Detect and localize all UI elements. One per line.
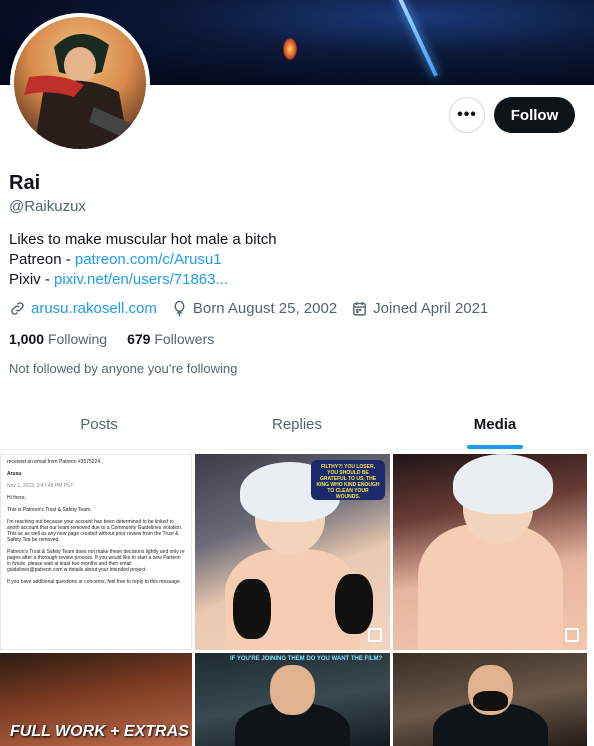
speech-bubble: FILTHY?! YOU LOSER, YOU SHOULD BE GRATEF… [311, 460, 385, 500]
media-item-artwork[interactable]: IF YOU'RE JOINING THEM DO YOU WANT THE F… [195, 653, 390, 746]
more-options-button[interactable]: ••• [449, 97, 485, 133]
email-line: I'm reaching out because your account ha… [7, 519, 183, 543]
multi-image-icon [368, 628, 382, 642]
joined-text: Joined April 2021 [373, 300, 489, 317]
banner-light-streak [396, 0, 438, 77]
email-line: This is Patreon's Trust & Safety Team. [7, 507, 92, 513]
followers-count: 679 [127, 331, 151, 347]
profile-tabs: Posts Replies Media [0, 400, 594, 450]
pixiv-prefix: Pixiv - [9, 271, 54, 288]
followers-label: Followers [154, 331, 215, 347]
joined-item: Joined April 2021 [351, 300, 488, 317]
born-item: Born August 25, 2002 [171, 300, 337, 317]
tab-replies[interactable]: Replies [198, 400, 396, 449]
artwork-glove [335, 574, 373, 634]
patreon-prefix: Patreon - [9, 251, 75, 268]
balloon-icon [171, 300, 188, 317]
media-item-artwork[interactable] [393, 653, 587, 746]
profile-meta: arusu.rakosell.com Born August 25, 2002 … [9, 300, 502, 317]
calendar-icon [351, 300, 368, 317]
follow-button[interactable]: Follow [494, 97, 575, 133]
followers-stat[interactable]: 679 Followers [127, 331, 214, 347]
banner-ember [283, 38, 297, 60]
avatar[interactable] [10, 13, 150, 153]
artwork-caption: IF YOU'RE JOINING THEM DO YOU WANT THE F… [230, 656, 383, 662]
profile-stats: 1,000 Following 679 Followers [9, 331, 234, 347]
email-line: Arusu [7, 471, 22, 477]
email-line: Hi there, [7, 495, 26, 501]
profile-bio: Likes to make muscular hot male a bitch … [9, 230, 277, 290]
website-item[interactable]: arusu.rakosell.com [9, 300, 157, 317]
profile-name: Rai [9, 172, 41, 194]
tab-media[interactable]: Media [396, 400, 594, 449]
website-link[interactable]: arusu.rakosell.com [31, 300, 157, 317]
bio-patreon: Patreon - patreon.com/c/Arusu1 [9, 250, 277, 270]
following-count: 1,000 [9, 331, 45, 347]
email-line: Patreon's Trust & Safety Team does not m… [7, 549, 185, 573]
artwork-glove [233, 579, 271, 639]
pixiv-link[interactable]: pixiv.net/en/users/71863... [54, 271, 228, 288]
link-icon [9, 300, 26, 317]
bio-line: Likes to make muscular hot male a bitch [9, 231, 277, 248]
media-item-artwork[interactable] [393, 454, 587, 650]
following-stat[interactable]: 1,000 Following [9, 331, 107, 347]
tab-posts[interactable]: Posts [0, 400, 198, 449]
born-text: Born August 25, 2002 [192, 300, 338, 317]
email-line: Nov 1, 2023, 3:47:48 PM PST [7, 483, 74, 489]
email-line: If you have additional questions or conc… [7, 579, 181, 585]
not-followed-notice: Not followed by anyone you’re following [9, 361, 238, 376]
media-item-artwork[interactable]: FULL WORK + EXTRAS [0, 653, 192, 746]
media-item-email-screenshot[interactable]: received an email from Patreon #3575224 … [0, 454, 192, 650]
profile-handle: @Raikuzux [9, 198, 86, 215]
artwork-mask [473, 691, 508, 711]
email-line: received an email from Patreon #3575224 [7, 459, 101, 465]
artwork-hair [453, 454, 553, 514]
artwork-face [270, 665, 315, 715]
media-item-artwork[interactable]: FILTHY?! YOU LOSER, YOU SHOULD BE GRATEF… [195, 454, 390, 650]
patreon-link[interactable]: patreon.com/c/Arusu1 [75, 251, 222, 268]
artwork-caption: FULL WORK + EXTRAS [10, 723, 189, 740]
bio-pixiv: Pixiv - pixiv.net/en/users/71863... [9, 270, 277, 290]
multi-image-icon [565, 628, 579, 642]
following-label: Following [47, 331, 108, 347]
